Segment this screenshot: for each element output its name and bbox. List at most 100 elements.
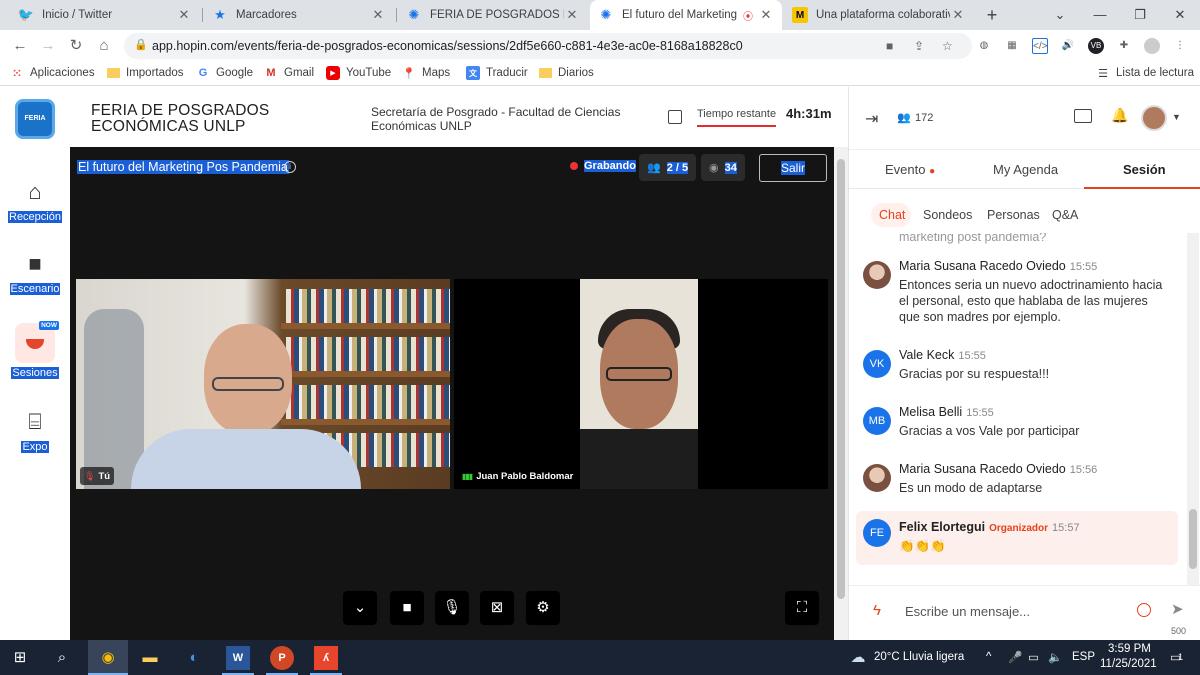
camera-toggle-button[interactable]: ■ [390,591,424,625]
edge-icon[interactable]: ◐ [182,646,206,670]
menu-dots-icon[interactable]: ⋮ [1172,38,1188,54]
subtab-sondeos[interactable]: Sondeos [923,208,972,222]
chat-scrollbar[interactable] [1187,233,1199,585]
message-input[interactable]: Escribe un mensaje... [905,604,1030,619]
forward-button[interactable]: → [38,36,58,56]
bookmark-translate[interactable]: 文 Traducir [466,66,528,80]
close-icon[interactable]: ✕ [758,7,774,23]
avatar[interactable] [863,261,891,289]
bookmark-imported[interactable]: Importados [106,66,184,80]
language-indicator[interactable]: ESP [1072,651,1095,663]
word-icon[interactable]: W [226,646,250,670]
weather-text[interactable]: 20°C Lluvia ligera [874,651,964,663]
event-logo[interactable]: FERIA [15,99,55,139]
volume-icon[interactable]: 🔈 [1048,650,1062,664]
bookmark-google[interactable]: G Google [196,66,253,80]
back-button[interactable]: ← [10,36,30,56]
new-tab-button[interactable]: + [982,5,1002,25]
extension-grid-icon[interactable]: ▦ [1004,38,1020,54]
browser-tab[interactable]: ✺ FERIA DE POSGRADOS ECONÓ ✕ [398,0,588,30]
settings-button[interactable]: ⚙ [526,591,560,625]
bookmark-youtube[interactable]: ▶ YouTube [326,66,391,80]
extension-vb-icon[interactable]: VB [1088,38,1104,54]
profile-icon[interactable] [1144,38,1160,54]
close-icon[interactable]: ✕ [950,7,966,23]
participants-pill[interactable]: 👥 2 / 5 [639,154,697,181]
volume-icon[interactable]: 🔊 [1060,38,1076,54]
powerpoint-icon[interactable]: P [270,646,294,670]
bell-icon[interactable]: 🔔 [1111,107,1128,124]
pdf-reader-icon[interactable]: ʎ [314,646,338,670]
video-tile-remote[interactable]: ▮▮▮ Juan Pablo Baldomar [454,279,828,489]
chevron-up-icon[interactable]: ^ [986,651,991,663]
mic-toggle-button[interactable]: 🎙 [435,591,469,625]
subtab-qa[interactable]: Q&A [1052,208,1078,222]
lock-icon[interactable]: 🔒 [134,38,148,51]
subtab-personas[interactable]: Personas [987,208,1040,222]
browser-tab-active[interactable]: ✺ El futuro del Marketing P ⦿ ✕ [590,0,782,30]
extension-code-icon[interactable]: </> [1032,38,1048,54]
sender-name[interactable]: Maria Susana Racedo Oviedo [899,462,1066,476]
reload-button[interactable]: ↻ [66,36,86,56]
browser-tab[interactable]: 🐦 Inicio / Twitter ✕ [10,0,200,30]
sender-name[interactable]: Vale Keck [899,348,954,362]
file-explorer-icon[interactable]: ▬ [138,646,162,670]
bookmark-gmail[interactable]: M Gmail [264,66,314,80]
extensions-puzzle-icon[interactable]: ✚ [1116,38,1132,54]
close-icon[interactable]: ✕ [176,7,192,23]
sender-name[interactable]: Melisa Belli [899,405,962,419]
nav-item-recepcion[interactable]: ⌂ Recepción [0,177,70,223]
close-icon[interactable]: ✕ [564,7,580,23]
viewers-pill[interactable]: ◉ 34 [701,154,745,181]
sender-name[interactable]: Maria Susana Racedo Oviedo [899,259,1066,273]
emoji-icon[interactable] [1137,603,1151,617]
page-scrollbar[interactable] [834,147,848,640]
close-icon[interactable]: ✕ [370,7,386,23]
bookmark-star-icon[interactable]: ☆ [942,39,953,53]
more-options-button[interactable]: ⌄ [343,591,377,625]
windows-start-icon[interactable]: ⊞ [8,646,32,670]
leave-button[interactable]: Salir [759,154,827,182]
reading-list-button[interactable]: ☰ Lista de lectura [1096,66,1194,80]
fullscreen-button[interactable]: ⛶ [785,591,819,625]
nav-item-expo[interactable]: ⌸ Expo [0,407,70,453]
avatar[interactable]: VK [863,350,891,378]
camera-icon[interactable]: ■ [886,39,893,53]
minimize-button[interactable]: — [1080,0,1120,30]
video-tile-self[interactable]: 🎙 Tú [76,279,450,489]
mail-icon[interactable] [1074,109,1092,123]
extension-globe-icon[interactable]: ◍ [976,38,992,54]
search-icon[interactable]: ⌕ [50,646,74,670]
tab-evento[interactable]: Evento ● [885,162,935,177]
address-bar[interactable]: 🔒 app.hopin.com/events/feria-de-posgrado… [124,33,972,59]
tab-my-agenda[interactable]: My Agenda [993,162,1058,177]
close-window-button[interactable]: ✕ [1160,0,1200,30]
subtab-chat[interactable]: Chat [879,208,905,222]
tab-search-icon[interactable]: ⌄ [1040,0,1080,30]
home-button[interactable]: ⌂ [94,36,114,56]
nav-item-sesiones[interactable]: NOW Sesiones [0,321,70,379]
send-icon[interactable]: ➤ [1171,600,1184,618]
share-icon[interactable]: ⇪ [914,39,924,53]
clock-date[interactable]: 11/25/2021 [1100,658,1157,670]
browser-tab[interactable]: ★ Marcadores ✕ [204,0,394,30]
sender-name[interactable]: Felix Elortegui [899,520,985,534]
clock-time[interactable]: 3:59 PM [1108,643,1151,655]
screen-share-button[interactable]: ⊠ [480,591,514,625]
weather-icon[interactable]: ☁ [846,646,870,670]
chrome-icon[interactable]: ◉ [96,646,120,670]
mic-icon[interactable]: 🎤 [1008,650,1022,664]
bookmark-diarios[interactable]: Diarios [538,66,594,80]
avatar[interactable] [863,464,891,492]
avatar[interactable]: FE [863,519,891,547]
avatar[interactable]: MB [863,407,891,435]
collapse-panel-icon[interactable]: ⇥ [865,109,878,129]
chevron-down-icon[interactable]: ▼ [1172,112,1181,122]
calendar-icon[interactable] [668,110,682,124]
lightning-icon[interactable]: ϟ [873,602,881,619]
user-avatar[interactable] [1141,105,1167,131]
restore-button[interactable]: ❐ [1120,0,1160,30]
browser-tab[interactable]: M Una plataforma colaborativa ✕ [784,0,974,30]
bookmark-apps[interactable]: ⁙ Aplicaciones [10,66,94,80]
nav-item-escenario[interactable]: ■ Escenario [0,249,70,295]
